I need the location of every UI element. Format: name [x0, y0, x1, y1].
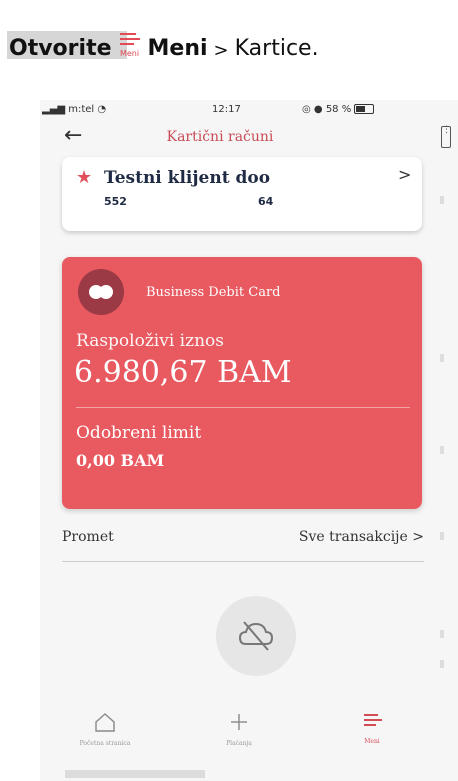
client-card[interactable]: ★ Testni klijent doo 552 64 >	[62, 157, 422, 231]
more-menu-icon[interactable]: ⋮	[441, 126, 451, 148]
transactions-label: Promet	[62, 529, 114, 545]
empty-state-icon	[216, 596, 296, 676]
page-title: Kartični računi	[166, 129, 274, 145]
status-time: 12:17	[212, 104, 241, 115]
instruction-open: Otvorite	[9, 36, 112, 61]
instruction-header: Otvorite Meni Meni > Kartice.	[0, 0, 458, 62]
card-brand-icon	[78, 269, 124, 315]
tab-bar: Početna stranica Plaćanja Meni	[40, 698, 458, 781]
available-amount: 6.980,67 BAM	[74, 355, 292, 390]
client-number-left: 552	[104, 195, 127, 208]
all-transactions-link[interactable]: Sve transakcije >	[299, 529, 424, 545]
plus-icon	[231, 714, 247, 730]
instruction-menu-label: Meni	[147, 36, 208, 61]
star-icon: ★	[76, 167, 93, 188]
tab-home[interactable]: Početna stranica	[60, 712, 150, 747]
status-carrier: ▂▄▆ m:tel ◔	[42, 104, 107, 115]
phone-screen: ▂▄▆ m:tel ◔ 12:17 ◎ ● 58 % ← Kartični ra…	[40, 100, 458, 781]
tab-menu-label: Meni	[364, 738, 380, 745]
home-indicator	[65, 770, 205, 778]
instruction-line: Otvorite Meni Meni > Kartice.	[9, 31, 319, 61]
limit-label: Odobreni limit	[76, 423, 202, 443]
menu-icon	[364, 714, 382, 726]
home-icon	[95, 713, 115, 732]
instruction-separator: >	[213, 40, 229, 61]
available-label: Raspoloživi iznos	[76, 331, 224, 351]
tab-payments[interactable]: Plaćanja	[194, 712, 284, 747]
status-bar: ▂▄▆ m:tel ◔ 12:17 ◎ ● 58 %	[40, 100, 458, 122]
instruction-target: Kartice.	[234, 36, 319, 61]
instruction-menu-icon: Meni	[119, 33, 140, 59]
tab-menu[interactable]: Meni	[327, 712, 417, 745]
instruction-menu-caption: Meni	[119, 49, 140, 58]
tab-payments-label: Plaćanja	[226, 740, 252, 747]
tab-home-label: Početna stranica	[79, 740, 131, 747]
nav-bar: ← Kartični računi ⋮	[40, 122, 458, 156]
debit-card[interactable]: Business Debit Card Raspoloživi iznos 6.…	[62, 257, 422, 509]
battery-icon	[354, 104, 375, 114]
card-name: Business Debit Card	[146, 285, 281, 300]
client-name: Testni klijent doo	[104, 168, 271, 188]
client-number-right: 64	[258, 195, 274, 208]
chevron-right-icon: >	[398, 165, 412, 184]
card-divider	[76, 407, 410, 408]
limit-amount: 0,00 BAM	[76, 451, 165, 470]
status-right: ◎ ● 58 %	[302, 104, 375, 115]
battery-percent: 58 %	[325, 104, 352, 115]
transactions-row: Promet Sve transakcije >	[62, 517, 424, 562]
